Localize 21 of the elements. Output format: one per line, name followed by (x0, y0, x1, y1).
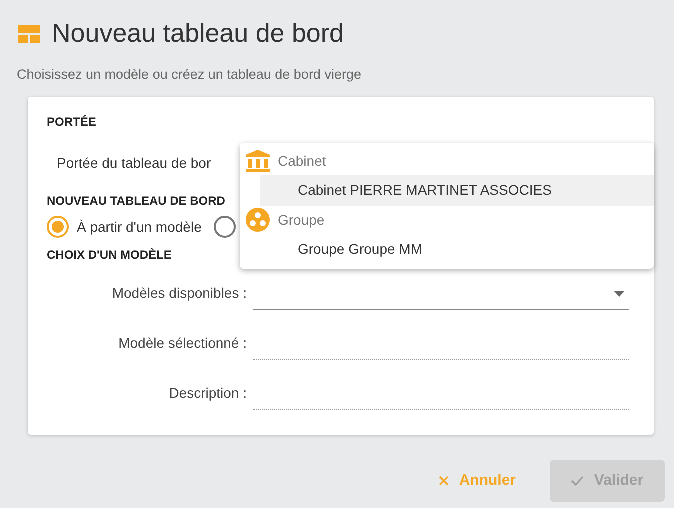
dashboard-icon (18, 24, 40, 43)
radio-label: À partir d'un modèle (77, 218, 202, 237)
dropdown-option[interactable]: Cabinet PIERRE MARTINET ASSOCIES (260, 175, 654, 206)
field-label: Modèle sélectionné : (118, 334, 248, 354)
section-heading: PORTÉE (47, 114, 96, 132)
page-title: Nouveau tableau de bord (52, 18, 344, 50)
section-heading: NOUVEAU TABLEAU DE BORD (47, 193, 226, 210)
check-icon (571, 476, 584, 486)
scope-label: Portée du tableau de bor (57, 154, 212, 174)
bank-building-icon (246, 150, 270, 172)
field-label: Modèles disponibles : (111, 284, 248, 304)
group-header: Cabinet (278, 152, 326, 171)
radio-button[interactable] (214, 216, 236, 238)
field-label: Description : (168, 384, 248, 404)
page-subtitle: Choisissez un modèle ou créez un tableau de bord vierge (17, 66, 362, 84)
section-heading: CHOIX D'UN MODÈLE (47, 247, 172, 264)
close-icon (439, 476, 450, 486)
group-header: Groupe (278, 210, 325, 230)
group-icon (246, 208, 270, 232)
caret-icon (614, 290, 625, 297)
radio-button[interactable] (47, 216, 69, 238)
